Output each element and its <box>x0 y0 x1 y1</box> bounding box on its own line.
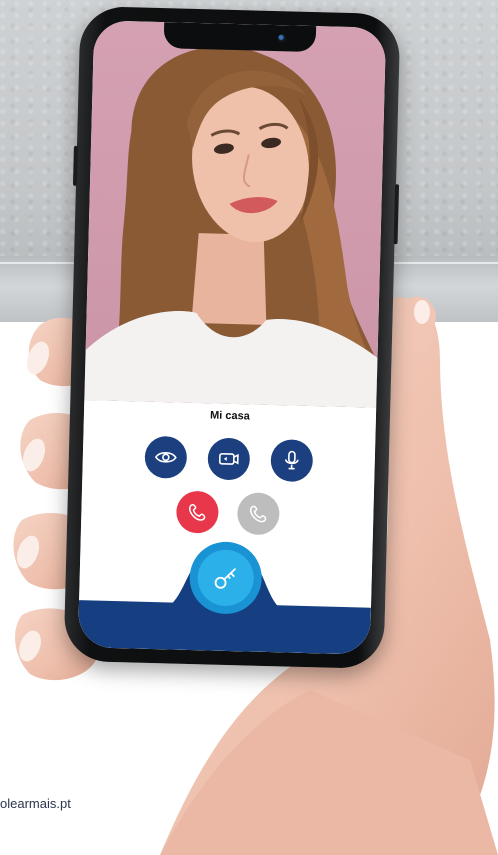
phone-hangup-icon <box>189 504 206 521</box>
location-title: Mi casa <box>209 409 250 423</box>
website-watermark: olearmais.pt <box>0 796 71 811</box>
call-panel: Mi casa <box>77 400 377 655</box>
camera-switch-icon <box>218 452 239 465</box>
notch <box>163 22 317 53</box>
view-button[interactable] <box>144 435 188 479</box>
video-feed <box>84 20 387 408</box>
phone-icon <box>250 505 267 523</box>
eye-icon <box>154 452 177 463</box>
unlock-button-inner <box>196 549 255 607</box>
visitor-portrait <box>84 46 378 408</box>
hang-up-button[interactable] <box>175 490 219 534</box>
phone-screen: Mi casa <box>77 20 387 655</box>
volume-button <box>72 145 78 186</box>
microphone-button[interactable] <box>270 439 314 483</box>
microphone-icon <box>285 450 299 470</box>
smartphone: Mi casa <box>63 5 401 670</box>
front-camera-icon <box>277 34 286 43</box>
switch-camera-button[interactable] <box>207 437 251 481</box>
answer-button[interactable] <box>236 492 280 536</box>
key-icon <box>214 568 236 589</box>
